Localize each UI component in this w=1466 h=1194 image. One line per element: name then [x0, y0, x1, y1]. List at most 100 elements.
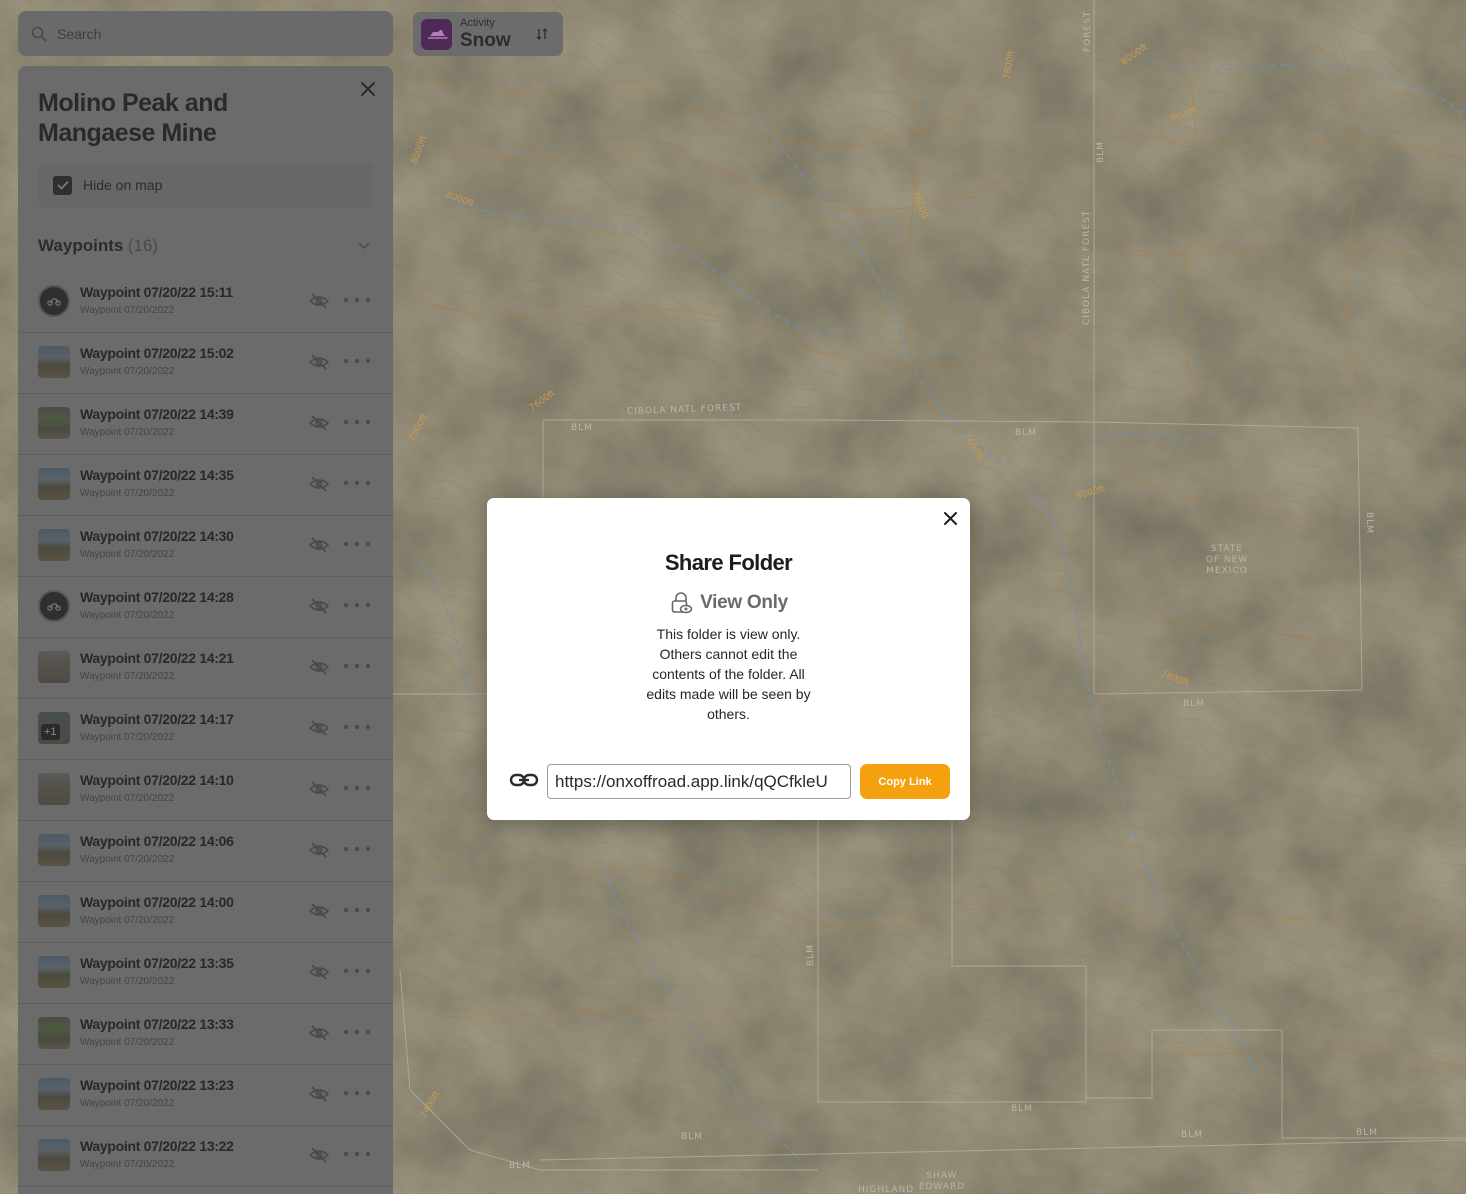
- waypoint-name: Waypoint 07/20/22 14:00: [80, 894, 234, 910]
- waypoint-name: Waypoint 07/20/22 13:23: [80, 1077, 234, 1093]
- copy-link-button[interactable]: Copy Link: [860, 764, 950, 799]
- more-options-icon[interactable]: [342, 660, 372, 672]
- waypoint-row[interactable]: Waypoint 07/20/22 14:00 Waypoint 07/20/20…: [18, 882, 393, 943]
- hide-eye-icon[interactable]: [309, 964, 329, 980]
- hide-eye-icon[interactable]: [309, 476, 329, 492]
- waypoint-row[interactable]: Waypoint 07/20/22 14:30 Waypoint 07/20/20…: [18, 516, 393, 577]
- share-link-field[interactable]: [547, 764, 851, 799]
- hide-eye-icon[interactable]: [309, 842, 329, 858]
- hide-eye-icon[interactable]: [309, 354, 329, 370]
- more-options-icon[interactable]: [342, 294, 372, 306]
- waypoint-photo-thumbnail: [38, 1139, 70, 1171]
- waypoint-subtitle: Waypoint 07/20/2022: [80, 976, 175, 987]
- waypoint-row[interactable]: Waypoint 07/20/22 15:02 Waypoint 07/20/20…: [18, 333, 393, 394]
- more-options-icon[interactable]: [342, 1087, 372, 1099]
- waypoint-marker-icon: [38, 590, 70, 622]
- waypoint-subtitle: Waypoint 07/20/2022: [80, 610, 175, 621]
- photo-count-badge: +1: [41, 724, 60, 740]
- more-options-icon[interactable]: [342, 782, 372, 794]
- chevron-down-icon[interactable]: [357, 238, 371, 252]
- share-mode: View Only: [487, 591, 970, 615]
- waypoint-row[interactable]: Waypoint 07/20/22 14:35 Waypoint 07/20/20…: [18, 455, 393, 516]
- dialog-title: Share Folder: [664, 550, 793, 575]
- waypoint-name: Waypoint 07/20/22 13:35: [80, 955, 234, 971]
- more-options-icon[interactable]: [342, 416, 372, 428]
- hide-on-map-checkbox[interactable]: [53, 175, 72, 195]
- waypoint-subtitle: Waypoint 07/20/2022: [80, 366, 175, 377]
- waypoint-row[interactable]: Waypoint 07/20/22 14:39 Waypoint 07/20/20…: [18, 394, 393, 455]
- map-label-blm: BLM: [509, 1161, 531, 1171]
- waypoints-section-header[interactable]: Waypoints (16): [38, 236, 373, 256]
- more-options-icon[interactable]: [342, 477, 372, 489]
- waypoint-subtitle: Waypoint 07/20/2022: [80, 671, 175, 682]
- map-label-blm: BLM: [571, 423, 593, 433]
- snowmobile-icon: [421, 18, 452, 50]
- more-options-icon[interactable]: [342, 721, 372, 733]
- search-bar[interactable]: [18, 11, 393, 56]
- waypoint-row[interactable]: Waypoint 07/20/22 14:21 Waypoint 07/20/20…: [18, 638, 393, 699]
- map-label-blm: BLM: [806, 944, 816, 966]
- waypoint-photo-thumbnail: [38, 1017, 70, 1049]
- waypoint-row[interactable]: Waypoint 07/20/22 14:10 Waypoint 07/20/20…: [18, 760, 393, 821]
- waypoint-subtitle: Waypoint 07/20/2022: [80, 488, 175, 499]
- close-icon[interactable]: [943, 511, 958, 526]
- search-input[interactable]: [57, 25, 357, 42]
- hide-eye-icon[interactable]: [309, 659, 329, 675]
- folder-title: Molino Peak and Mangaese Mine: [38, 89, 228, 147]
- more-options-icon[interactable]: [342, 843, 372, 855]
- map-label-blm: BLM: [1183, 699, 1205, 709]
- hide-on-map-label: Hide on map: [83, 177, 163, 193]
- map-label-blm: BLM: [1364, 512, 1374, 534]
- waypoints-count: (16): [127, 236, 159, 255]
- hide-eye-icon[interactable]: [309, 1025, 329, 1041]
- more-options-icon[interactable]: [342, 1148, 372, 1160]
- waypoint-row[interactable]: Waypoint 07/20/22 13:33 Waypoint 07/20/20…: [18, 1004, 393, 1065]
- more-options-icon[interactable]: [342, 538, 372, 550]
- swap-icon[interactable]: [535, 27, 549, 41]
- more-options-icon[interactable]: [342, 599, 372, 611]
- waypoint-row[interactable]: Waypoint 07/20/22 15:11 Waypoint 07/20/20…: [18, 272, 393, 333]
- waypoint-subtitle: Waypoint 07/20/2022: [80, 915, 175, 926]
- waypoint-row[interactable]: Waypoint 07/20/22 13:23 Waypoint 07/20/20…: [18, 1065, 393, 1126]
- hide-eye-icon[interactable]: [309, 1147, 329, 1163]
- activity-selector[interactable]: Activity Snow: [413, 12, 563, 56]
- close-icon[interactable]: [359, 80, 377, 98]
- hide-eye-icon[interactable]: [309, 720, 329, 736]
- waypoint-name: Waypoint 07/20/22 14:06: [80, 833, 234, 849]
- waypoint-row[interactable]: Waypoint 07/20/22 14:06 Waypoint 07/20/20…: [18, 821, 393, 882]
- waypoint-subtitle: Waypoint 07/20/2022: [80, 854, 175, 865]
- waypoint-row[interactable]: Waypoint 07/20/22 13:35 Waypoint 07/20/20…: [18, 943, 393, 1004]
- waypoint-name: Waypoint 07/20/22 14:28: [80, 589, 234, 605]
- hide-eye-icon[interactable]: [309, 598, 329, 614]
- hide-on-map-toggle[interactable]: Hide on map: [38, 163, 373, 207]
- waypoint-row[interactable]: Waypoint 07/20/22 14:28 Waypoint 07/20/20…: [18, 577, 393, 638]
- map-label-blm: BLM: [1011, 1104, 1033, 1114]
- waypoints-title: Waypoints: [38, 236, 124, 255]
- hide-eye-icon[interactable]: [309, 903, 329, 919]
- lock-eye-icon: [671, 592, 693, 614]
- waypoint-photo-thumbnail: [38, 529, 70, 561]
- waypoint-photo-thumbnail: [38, 956, 70, 988]
- waypoint-subtitle: Waypoint 07/20/2022: [80, 1037, 175, 1048]
- hide-eye-icon[interactable]: [309, 293, 329, 309]
- more-options-icon[interactable]: [342, 1026, 372, 1038]
- hide-eye-icon[interactable]: [309, 415, 329, 431]
- hide-eye-icon[interactable]: [309, 781, 329, 797]
- waypoint-marker-icon: [38, 285, 70, 317]
- map-label-blm: BLM: [1096, 141, 1106, 163]
- waypoint-subtitle: Waypoint 07/20/2022: [80, 427, 175, 438]
- map-label-blm: BLM: [1356, 1128, 1378, 1138]
- hide-eye-icon[interactable]: [309, 1086, 329, 1102]
- map-label-blm: BLM: [1015, 428, 1037, 438]
- hide-eye-icon[interactable]: [309, 537, 329, 553]
- waypoint-row[interactable]: Waypoint 07/20/22 13:22 Waypoint 07/20/20…: [18, 1126, 393, 1187]
- more-options-icon[interactable]: [342, 965, 372, 977]
- waypoint-row[interactable]: +1 Waypoint 07/20/22 14:17 Waypoint 07/20/…: [18, 699, 393, 760]
- checkmark-icon: [56, 180, 69, 190]
- share-folder-dialog: Share Folder View Only This folder is vi…: [487, 498, 970, 820]
- waypoint-name: Waypoint 07/20/22 14:10: [80, 772, 234, 788]
- more-options-icon[interactable]: [342, 355, 372, 367]
- waypoint-name: Waypoint 07/20/22 13:22: [80, 1138, 234, 1154]
- map-label-shaw-edward: SHAW EDWARD: [918, 1171, 966, 1192]
- more-options-icon[interactable]: [342, 904, 372, 916]
